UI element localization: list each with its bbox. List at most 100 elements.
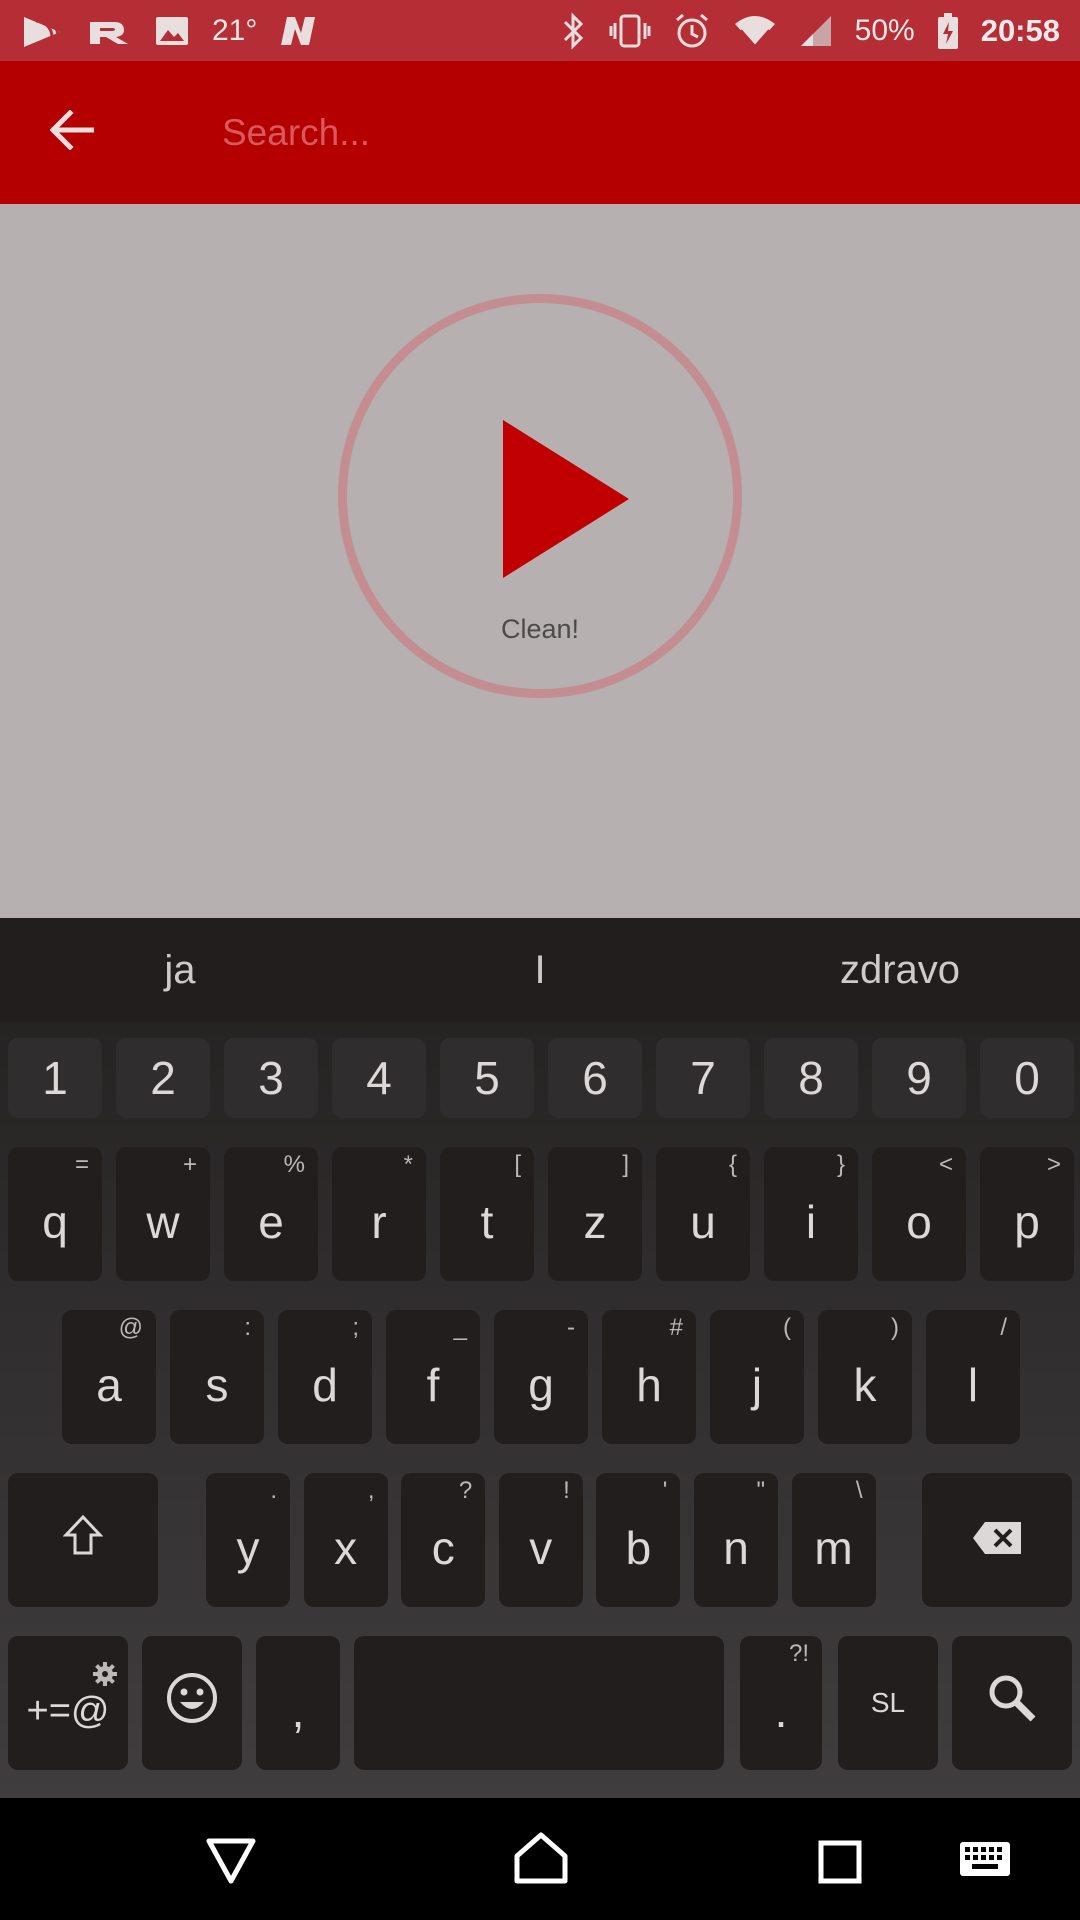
back-triangle-icon[interactable]	[206, 1838, 256, 1889]
key-g-secondary: -	[567, 1314, 575, 1341]
key-i[interactable]: } i	[764, 1147, 858, 1281]
key-0-label: 0	[1014, 1052, 1040, 1104]
key-q-label: q	[42, 1196, 68, 1248]
key-l[interactable]: / l	[926, 1310, 1020, 1444]
bluetooth-icon	[561, 11, 587, 51]
key-i-secondary: }	[836, 1151, 845, 1178]
key-6[interactable]: 6	[548, 1038, 642, 1118]
back-button[interactable]	[0, 61, 144, 204]
key-x[interactable]: ,x	[303, 1473, 388, 1607]
key-9-label: 9	[906, 1052, 932, 1104]
key-e-secondary: %	[283, 1151, 305, 1178]
key-4[interactable]: 4	[332, 1038, 426, 1118]
key-3[interactable]: 3	[224, 1038, 318, 1118]
key-m[interactable]: \ m	[791, 1473, 876, 1607]
key-v-label: v	[529, 1522, 553, 1574]
key-f-secondary: _	[453, 1314, 467, 1341]
key-a-secondary: @	[118, 1314, 143, 1341]
home-icon[interactable]	[514, 1832, 568, 1889]
n-app-icon	[279, 11, 319, 51]
key-5[interactable]: 5	[440, 1038, 534, 1118]
key-w-secondary: +	[182, 1151, 197, 1178]
key-k-secondary: )	[891, 1314, 899, 1341]
key-y-secondary: .	[270, 1477, 277, 1504]
key-u[interactable]: {u	[656, 1147, 750, 1281]
key-2[interactable]: 2	[116, 1038, 210, 1118]
key-y[interactable]: .y	[206, 1473, 290, 1607]
search-input[interactable]	[222, 111, 1022, 154]
suggestion-2[interactable]: I	[360, 948, 720, 993]
clean-button[interactable]: Clean!	[338, 294, 742, 698]
cast-icon	[20, 11, 66, 51]
key-n[interactable]: " n	[694, 1473, 778, 1607]
key-z[interactable]: ] z	[548, 1147, 642, 1281]
emoji-key[interactable]	[142, 1636, 242, 1770]
key-1-label: 1	[42, 1052, 68, 1104]
key-g[interactable]: -g	[494, 1310, 588, 1444]
backspace-key[interactable]	[922, 1473, 1072, 1607]
suggestion-1[interactable]: ja	[0, 948, 360, 993]
key-s[interactable]: :s	[170, 1310, 264, 1444]
period-key-sub: ?!	[788, 1640, 809, 1667]
key-v[interactable]: ! v	[498, 1473, 583, 1607]
wifi-icon	[733, 11, 777, 51]
key-s-secondary: :	[244, 1314, 251, 1341]
clean-label: Clean!	[500, 614, 580, 644]
key-4-label: 4	[366, 1052, 392, 1104]
key-r[interactable]: * r	[332, 1147, 426, 1281]
key-0[interactable]: 0	[980, 1038, 1074, 1118]
keyboard-icon[interactable]	[958, 1840, 1012, 1883]
suggestion-3[interactable]: zdravo	[720, 948, 1080, 993]
shift-key[interactable]	[8, 1473, 158, 1607]
navigation-bar	[0, 1798, 1080, 1920]
search-icon	[987, 1673, 1037, 1734]
backspace-icon	[971, 1513, 1023, 1567]
key-k[interactable]: ) k	[818, 1310, 912, 1444]
search-key[interactable]	[952, 1636, 1072, 1770]
image-icon	[154, 11, 190, 51]
key-p[interactable]: > p	[980, 1147, 1074, 1281]
key-q[interactable]: = q	[8, 1147, 102, 1281]
key-d-label: d	[312, 1359, 338, 1411]
key-a[interactable]: @ a	[62, 1310, 156, 1444]
comma-key[interactable]: ,	[256, 1636, 340, 1770]
language-key[interactable]: SL	[838, 1636, 938, 1770]
arrow-left-icon	[49, 109, 95, 155]
key-s-label: s	[205, 1359, 229, 1411]
emoji-icon	[166, 1672, 218, 1735]
key-9[interactable]: 9	[872, 1038, 966, 1118]
key-w[interactable]: + w	[116, 1147, 210, 1281]
key-5-label: 5	[474, 1052, 500, 1104]
key-o-label: o	[906, 1196, 932, 1248]
symbols-key[interactable]: +=@	[8, 1636, 128, 1770]
key-7-label: 7	[690, 1052, 716, 1104]
status-bar-left: 21°	[20, 11, 319, 51]
key-h-secondary: #	[669, 1314, 683, 1341]
app-bar	[0, 61, 1080, 204]
key-c[interactable]: ? c	[401, 1473, 486, 1607]
space-key[interactable]	[354, 1636, 724, 1770]
key-g-label: g	[528, 1359, 554, 1411]
key-w-label: w	[146, 1196, 180, 1248]
key-t[interactable]: [t	[440, 1147, 534, 1281]
key-1[interactable]: 1	[8, 1038, 102, 1118]
key-z-label: z	[583, 1196, 607, 1248]
period-key[interactable]: ?! .	[740, 1636, 822, 1770]
key-x-secondary: ,	[367, 1477, 375, 1504]
key-f[interactable]: _ f	[386, 1310, 480, 1444]
key-b[interactable]: ' b	[596, 1473, 681, 1607]
key-e[interactable]: % e	[224, 1147, 318, 1281]
key-7[interactable]: 7	[656, 1038, 750, 1118]
key-k-label: k	[853, 1359, 877, 1411]
key-o[interactable]: < o	[872, 1147, 966, 1281]
recents-icon[interactable]	[818, 1840, 862, 1889]
key-l-label: l	[967, 1359, 979, 1411]
key-b-label: b	[625, 1522, 652, 1574]
key-r-label: r	[371, 1196, 387, 1248]
key-8[interactable]: 8	[764, 1038, 858, 1118]
key-h[interactable]: # h	[602, 1310, 696, 1444]
key-y-label: y	[236, 1522, 260, 1574]
key-d[interactable]: ; d	[278, 1310, 372, 1444]
key-j[interactable]: (j	[710, 1310, 804, 1444]
symbols-key-label: +=@	[26, 1689, 110, 1732]
